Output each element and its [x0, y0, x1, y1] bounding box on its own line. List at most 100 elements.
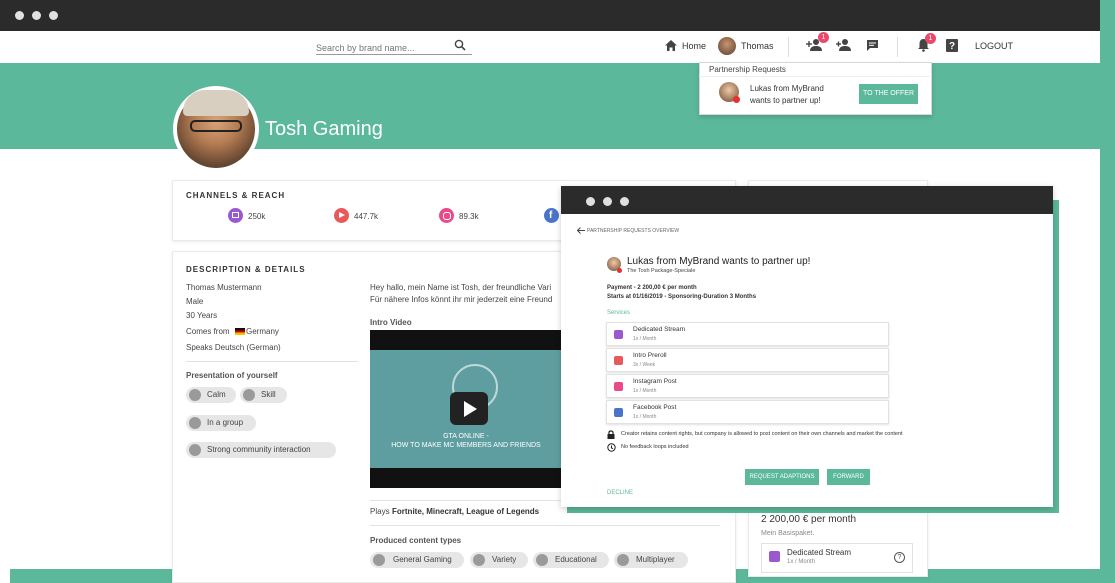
notification-title: Partnership Requests	[709, 65, 786, 74]
twitch-reach: 250k	[248, 212, 266, 221]
trait-label: Strong community interaction	[207, 445, 311, 454]
overlay-subtitle: The Tosh Package-Speciale	[627, 268, 696, 274]
status-dot	[733, 96, 740, 103]
detail-age: 30 Years	[186, 311, 218, 320]
search-box[interactable]	[316, 38, 472, 55]
detail-country: Germany	[246, 327, 279, 336]
overlay-title: Lukas from MyBrand wants to partner up!	[627, 256, 810, 267]
package-service-freq: 1x / Month	[787, 559, 816, 565]
overlay-titlebar	[561, 186, 1053, 214]
facebook-icon	[614, 408, 623, 417]
presentation-heading: Presentation of yourself	[186, 371, 278, 380]
window-dot-icon	[603, 197, 612, 206]
services-label: Services	[607, 310, 631, 316]
trait-icon	[243, 389, 255, 401]
decline-link[interactable]: DECLINE	[607, 490, 633, 496]
twitch-icon	[769, 551, 780, 562]
window-dot-icon	[15, 11, 24, 20]
service-freq: 1x / Month	[633, 336, 657, 342]
search-icon[interactable]	[454, 39, 466, 51]
service-item: Intro Preroll 3x / Week	[606, 348, 889, 372]
instagram-reach: 89.3k	[459, 212, 479, 221]
content-type-chip: Multiplayer	[614, 552, 688, 568]
trait-label: Calm	[207, 390, 226, 399]
user-name[interactable]: Thomas	[741, 41, 774, 51]
instagram-icon[interactable]	[439, 208, 454, 223]
notifications-badge: 1	[925, 33, 936, 44]
decor-shadow-right	[1100, 0, 1115, 583]
trait-label: In a group	[207, 418, 244, 427]
home-icon[interactable]	[664, 39, 678, 52]
twitch-icon[interactable]	[228, 208, 243, 223]
window-dot-icon	[620, 197, 629, 206]
germany-flag-icon	[235, 328, 245, 335]
divider	[699, 76, 930, 77]
content-type-chip: Educational	[533, 552, 609, 568]
trait-icon	[189, 444, 201, 456]
content-type-chip: General Gaming	[370, 552, 464, 568]
content-type-chip: Variety	[470, 552, 528, 568]
play-icon	[464, 401, 477, 417]
profile-avatar-glasses	[190, 120, 242, 132]
notification-message-line2: wants to partner up!	[750, 96, 821, 105]
youtube-icon[interactable]	[334, 208, 349, 223]
info-icon[interactable]: ?	[894, 552, 905, 563]
content-type-label: Variety	[492, 555, 517, 564]
trait-icon	[189, 389, 201, 401]
trait-chip: In a group	[186, 415, 256, 431]
friend-requests-badge: 1	[818, 32, 829, 43]
svg-text:?: ?	[949, 41, 955, 52]
package-service-name: Dedicated Stream	[787, 548, 852, 557]
search-input[interactable]	[316, 43, 446, 53]
request-adaptions-button[interactable]: REQUEST ADAPTIONS	[745, 469, 819, 485]
youtube-reach: 447.7k	[354, 212, 379, 221]
video-title-line2: HOW TO MAKE MC MEMBERS AND FRIENDS	[391, 442, 541, 449]
forward-button[interactable]: FORWARD	[827, 469, 870, 485]
detail-gender: Male	[186, 297, 204, 306]
divider	[897, 37, 898, 57]
home-link[interactable]: Home	[682, 41, 706, 51]
service-name: Facebook Post	[633, 404, 677, 411]
overlay-title-name: Lukas from	[627, 256, 677, 267]
instagram-icon	[614, 382, 623, 391]
content-types-label: Produced content types	[370, 536, 462, 545]
service-freq: 1x / Month	[633, 388, 657, 394]
logout-link[interactable]: LOGOUT	[975, 41, 1013, 51]
service-item: Instagram Post 1x / Month	[606, 374, 889, 398]
trait-chip: Strong community interaction	[186, 442, 336, 458]
notification-message-line1: Lukas from MyBrand	[750, 84, 824, 93]
add-person-icon[interactable]	[836, 38, 852, 52]
content-type-label: Multiplayer	[636, 555, 675, 564]
window-dot-icon	[49, 11, 58, 20]
twitch-icon	[614, 330, 623, 339]
trait-chip: Skill	[240, 387, 287, 403]
play-button[interactable]	[450, 392, 488, 425]
to-the-offer-button[interactable]: TO THE OFFER	[859, 84, 918, 104]
profile-banner	[0, 63, 1100, 149]
profile-name: Tosh Gaming	[265, 118, 383, 140]
help-icon[interactable]: ?	[946, 39, 958, 52]
messages-icon[interactable]	[866, 39, 879, 52]
description-heading: DESCRIPTION & DETAILS	[186, 265, 306, 274]
plays-games: Fortnite, Minecraft, League of Legends	[392, 507, 540, 516]
service-name: Intro Preroll	[633, 352, 667, 359]
content-type-icon	[373, 554, 385, 566]
plays-label: Plays	[370, 507, 390, 516]
service-freq: 1x / Month	[633, 414, 657, 420]
video-title-line1: GTA ONLINE -	[443, 433, 489, 440]
back-to-overview-link[interactable]: PARTNERSHIP REQUESTS OVERVIEW	[587, 228, 679, 234]
channels-heading: CHANNELS & REACH	[186, 191, 286, 200]
user-avatar[interactable]	[718, 37, 736, 55]
overlay-title-suffix: wants to partner up!	[722, 256, 811, 267]
divider	[370, 525, 720, 526]
intro-video-label: Intro Video	[370, 318, 412, 327]
facebook-icon[interactable]: f	[544, 208, 559, 223]
about-text-line1: Hey hallo, mein Name ist Tosh, der freun…	[370, 283, 552, 292]
about-text-line2: Für nähere Infos könnt ihr mir jederzeit…	[370, 295, 553, 304]
back-arrow-icon[interactable]	[577, 227, 585, 234]
overlay-start-date: Starts at 01/16/2019 - Sponsoring-Durati…	[607, 294, 757, 300]
trait-icon	[189, 417, 201, 429]
term-content-rights: Creator retains content rights, but comp…	[621, 431, 903, 437]
content-type-label: General Gaming	[393, 555, 452, 564]
content-type-icon	[473, 554, 485, 566]
